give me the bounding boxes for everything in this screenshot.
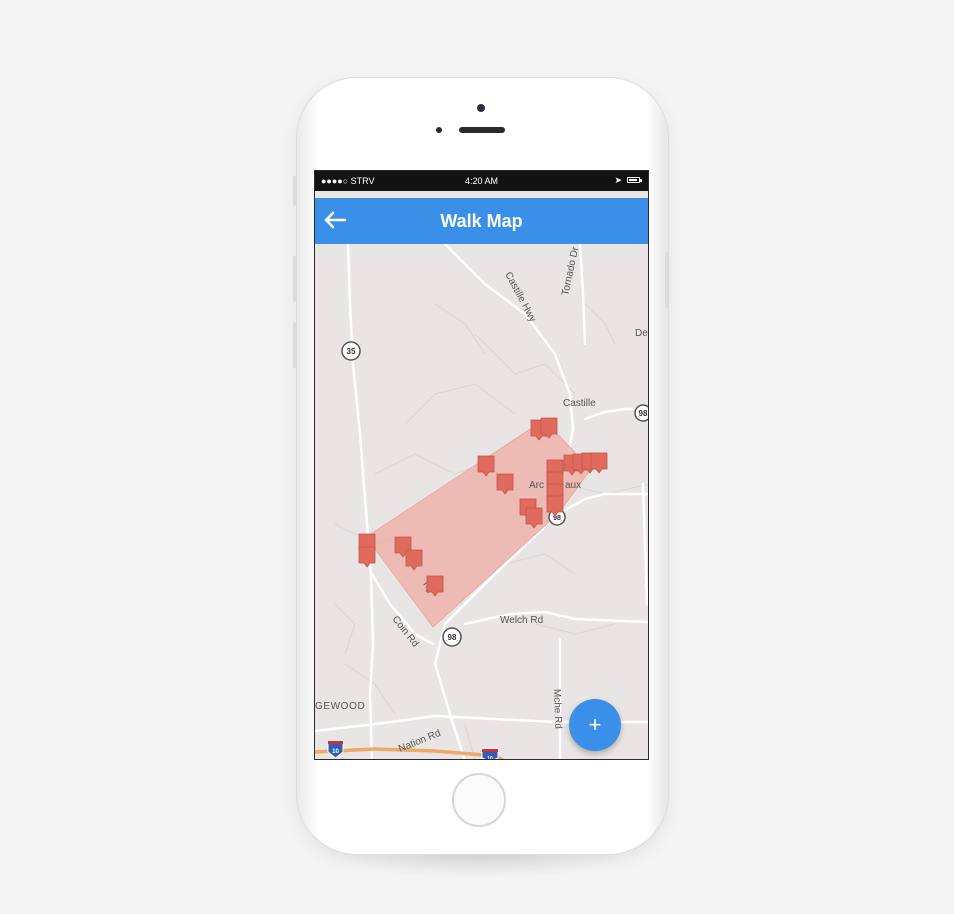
proximity-sensor — [436, 127, 442, 133]
volume-up-button — [293, 256, 297, 302]
interstate-shield-label: 10 — [332, 749, 339, 755]
street-label: Arc — [529, 480, 544, 491]
street-label: GEWOOD — [315, 701, 365, 712]
location-arrow-icon: ➤ — [614, 175, 622, 185]
status-bar: ●●●●○ STRV 4:20 AM ➤ — [315, 171, 648, 191]
route-shield: 35 — [341, 341, 361, 361]
route-shield-label: 98 — [448, 633, 457, 642]
route-shield-label: 98 — [553, 515, 561, 522]
home-button[interactable] — [452, 773, 506, 827]
street-label: aux — [565, 480, 581, 491]
street-label: Welch Rd — [500, 615, 543, 626]
route-shield-label: 35 — [347, 347, 356, 356]
battery-icon — [627, 177, 640, 183]
interstate-shield: 10 — [481, 748, 499, 760]
earpiece-speaker — [459, 127, 505, 133]
route-shield: 98 — [634, 404, 648, 422]
street-label: Castille — [563, 398, 596, 409]
street-label: Des — [635, 328, 649, 339]
mute-switch — [293, 176, 297, 206]
add-button[interactable]: + — [569, 699, 621, 751]
volume-down-button — [293, 322, 297, 368]
power-button — [665, 252, 669, 308]
phone-screen: ●●●●○ STRV 4:20 AM ➤ Walk Map 35 98 98 9… — [314, 170, 649, 760]
page-title: Walk Map — [440, 211, 523, 231]
walk-map[interactable]: 35 98 98 98 10 10 Castille Hwy Tornado D… — [315, 242, 649, 760]
route-shield: 98 — [442, 627, 462, 647]
interstate-shield-label: 10 — [487, 756, 493, 760]
street-label: Mche Rd — [551, 689, 563, 729]
route-shield-label: 98 — [639, 409, 648, 418]
status-time: 4:20 AM — [464, 176, 499, 186]
app-bar: Walk Map — [315, 198, 648, 244]
front-camera — [477, 104, 485, 112]
battery-tip — [640, 179, 642, 182]
